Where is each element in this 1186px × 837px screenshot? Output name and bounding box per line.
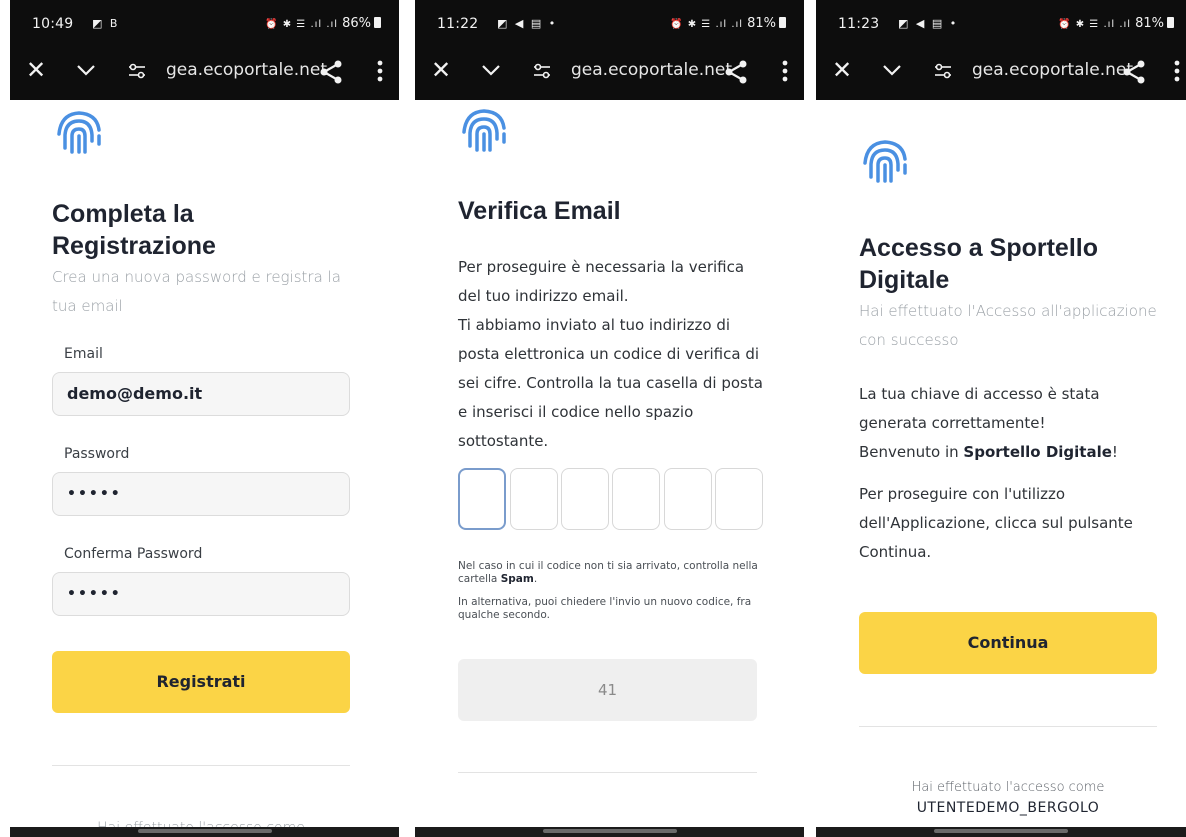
spam-folder-name: Spam [500,573,534,585]
page-title: Completa la Registrazione [52,200,216,260]
spam-note: Nel caso in cui il codice non ti sia arr… [458,560,758,586]
resend-note: In alternativa, puoi chiedere l'invio un… [458,596,752,621]
close-icon[interactable]: ✕ [26,58,46,82]
battery-level: 81% [1135,16,1164,31]
close-icon[interactable]: ✕ [832,58,852,82]
browser-toolbar: ✕ gea.ecoportale.net [10,46,399,100]
email-field[interactable]: demo@demo.it [52,372,350,416]
success-message: La tua chiave di accesso è stata generat… [859,385,1100,432]
more-options-icon[interactable] [782,59,788,83]
status-bar: 11:23 ◩ ◀ ▤ • ⏰ ✱ ☰ .ıl .ıl 81% [816,0,1186,46]
logged-in-as-text: Hai effettuato l'accesso come [911,780,1105,795]
page-content: Accesso a Sportello Digitale Hai effettu… [816,100,1186,837]
status-bar: 10:49 ◩ B ⏰ ✱ ☰ .ıl .ıl 86% [10,0,399,46]
more-options-icon[interactable] [377,59,383,83]
battery-level: 86% [342,16,371,31]
page-title: Verifica Email [458,197,621,225]
status-time: 11:23 [838,16,880,32]
password-field[interactable]: ••••• [52,472,350,516]
divider [859,726,1157,727]
register-button[interactable]: Registrati [52,651,350,713]
home-indicator[interactable] [934,829,1068,833]
status-time: 11:22 [437,16,479,32]
fingerprint-logo-icon [57,111,101,154]
site-settings-icon[interactable] [128,62,146,80]
browser-toolbar: ✕ gea.ecoportale.net [415,46,804,100]
fingerprint-logo-icon [462,109,506,152]
battery-icon [779,17,786,28]
page-subtitle: Hai effettuato l'Accesso all'applicazion… [859,302,1157,349]
notification-icons: ◩ ◀ ▤ • [497,17,558,30]
welcome-message: Benvenuto in Sportello Digitale! [859,438,1169,467]
status-time: 10:49 [32,16,74,32]
app-name: Sportello Digitale [963,443,1112,461]
verification-instructions: Ti abbiamo inviato al tuo indirizzo di p… [458,316,763,450]
page-subtitle: Crea una nuova password e registra la tu… [52,268,341,315]
otp-digit-1[interactable] [458,468,506,530]
continue-button[interactable]: Continua [859,612,1157,674]
verification-intro: Per proseguire è necessaria la verifica … [458,258,745,305]
signal-icons: ⏰ ✱ ☰ .ıl .ıl [1058,19,1132,30]
share-icon[interactable] [724,59,748,85]
gesture-bar [816,827,1186,837]
notification-icons: ◩ ◀ ▤ • [898,17,959,30]
continue-instructions: Per proseguire con l'utilizzo dell'Appli… [859,485,1133,561]
welcome-text: Benvenuto in [859,443,964,461]
page-content: Completa la Registrazione Crea una nuova… [10,100,399,837]
email-label: Email [64,346,103,362]
page-title: Accesso a Sportello Digitale [859,234,1098,294]
resend-countdown-button[interactable]: 41 [458,659,757,721]
notification-icons: ◩ B [92,17,120,30]
battery-level: 81% [747,16,776,31]
welcome-end: ! [1111,443,1118,461]
status-right: ⏰ ✱ ☰ .ıl .ıl 81% [670,16,786,31]
url-host[interactable]: gea.ecoportale.net [571,60,732,80]
signal-icons: ⏰ ✱ ☰ .ıl .ıl [670,19,744,30]
chevron-down-icon[interactable] [76,63,96,77]
phone-screen-registration: 10:49 ◩ B ⏰ ✱ ☰ .ıl .ıl 86% ✕ gea.ecoport… [10,0,399,837]
url-host[interactable]: gea.ecoportale.net [972,60,1133,80]
browser-toolbar: ✕ gea.ecoportale.net [816,46,1186,100]
otp-digit-5[interactable] [664,468,712,530]
site-settings-icon[interactable] [533,62,551,80]
home-indicator[interactable] [137,829,272,833]
battery-icon [1167,17,1174,28]
phone-screen-verify-email: 11:22 ◩ ◀ ▤ • ⏰ ✱ ☰ .ıl .ıl 81% ✕ gea.eco… [415,0,804,837]
page-content: Verifica Email Per proseguire è necessar… [415,100,804,837]
status-right: ⏰ ✱ ☰ .ıl .ıl 86% [265,16,381,31]
url-host[interactable]: gea.ecoportale.net [166,60,327,80]
more-options-icon[interactable] [1174,59,1180,83]
close-icon[interactable]: ✕ [431,58,451,82]
password-label: Password [64,446,130,462]
phone-screen-access-granted: 11:23 ◩ ◀ ▤ • ⏰ ✱ ☰ .ıl .ıl 81% ✕ gea.eco… [816,0,1186,837]
otp-digit-3[interactable] [561,468,609,530]
home-indicator[interactable] [542,829,677,833]
battery-icon [374,17,381,28]
status-right: ⏰ ✱ ☰ .ıl .ıl 81% [1058,16,1174,31]
chevron-down-icon[interactable] [481,63,501,77]
confirm-password-field[interactable]: ••••• [52,572,350,616]
divider [52,765,350,766]
gesture-bar [415,827,804,837]
divider [458,772,757,773]
otp-digit-6[interactable] [715,468,763,530]
share-icon[interactable] [319,59,343,85]
confirm-password-label: Conferma Password [64,546,203,562]
fingerprint-logo-icon [863,140,907,183]
signal-icons: ⏰ ✱ ☰ .ıl .ıl [265,19,339,30]
status-bar: 11:22 ◩ ◀ ▤ • ⏰ ✱ ☰ .ıl .ıl 81% [415,0,804,46]
chevron-down-icon[interactable] [882,63,902,77]
otp-digit-2[interactable] [510,468,558,530]
gesture-bar [10,827,399,837]
spam-note-end: . [533,573,538,585]
share-icon[interactable] [1122,59,1146,85]
otp-digit-4[interactable] [612,468,660,530]
username: UTENTEDEMO_BERGOLO [916,800,1100,816]
site-settings-icon[interactable] [934,62,952,80]
